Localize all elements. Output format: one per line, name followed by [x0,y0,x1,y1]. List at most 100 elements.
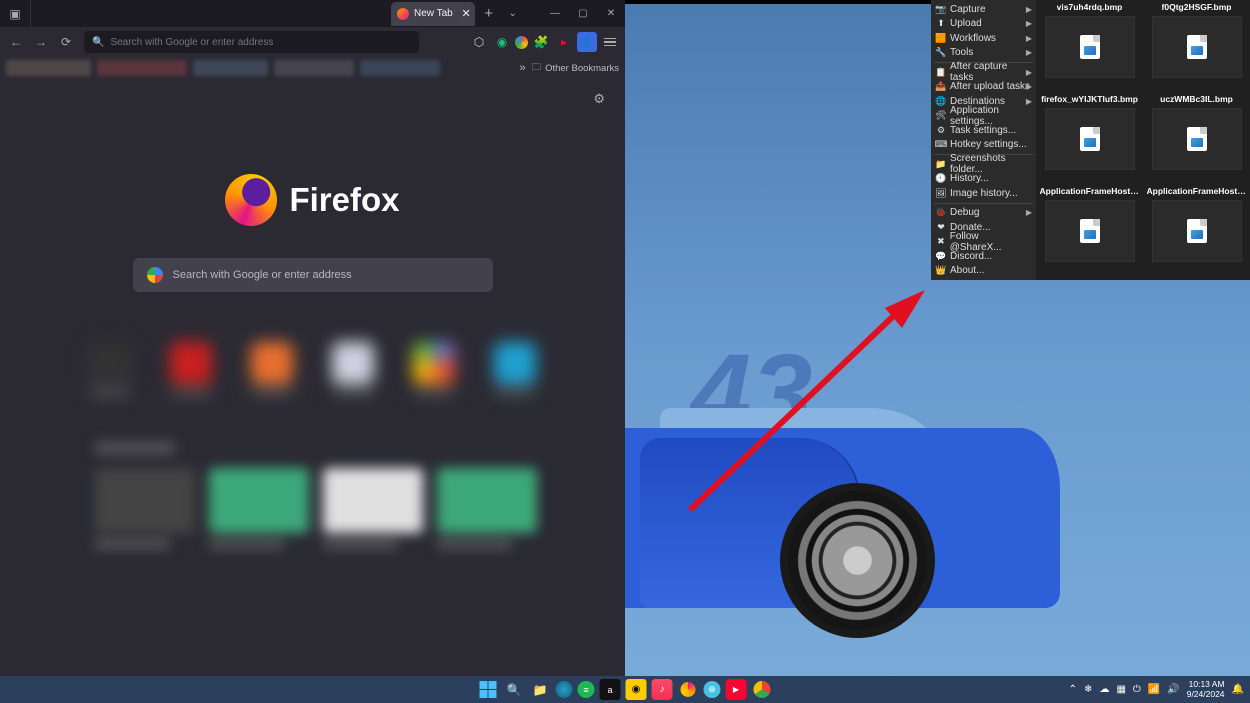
tray-icon[interactable]: ▦ [1116,684,1125,695]
sharex-menu-item[interactable]: 🛠Application settings... [931,109,1036,124]
account-button[interactable]: 👤 [577,32,597,52]
bookmark-item[interactable] [193,60,268,76]
sharex-file-cell[interactable]: f0Qtg2HSGF.bmp [1143,0,1250,90]
url-bar[interactable]: 🔍 [84,31,419,53]
menu-item-icon: ⌨ [936,139,946,150]
sharex-menu-item[interactable]: 🟧Workflows▶ [931,31,1036,46]
menu-item-icon: 🔧 [936,47,946,58]
sharex-menu-item[interactable]: 🕘History... [931,172,1036,187]
volume-icon[interactable]: 🔊 [1167,684,1179,695]
youtube-icon[interactable]: ▸ [554,32,574,52]
app-menu-button[interactable] [600,32,620,52]
firefox-titlebar[interactable]: ▣ New Tab ✕ + ⌄ — ▢ ✕ [0,0,625,27]
app-icon[interactable]: a [600,679,621,700]
firefox-taskbar-icon[interactable] [678,679,699,700]
menu-item-icon: 👑 [936,265,946,276]
sharex-menu-item[interactable]: 💬Discord... [931,249,1036,264]
bookmark-item[interactable] [274,60,354,76]
vpn-icon[interactable]: ⬡ [469,32,489,52]
apple-music-icon[interactable]: ♪ [652,679,673,700]
app-icon[interactable]: ◉ [626,679,647,700]
menu-item-icon: 🛠 [936,110,946,121]
wifi-icon[interactable]: 📶 [1148,684,1160,695]
story-card[interactable] [95,468,195,549]
menu-item-label: History... [950,173,989,184]
onedrive-icon[interactable]: ☁ [1099,684,1109,695]
chrome-taskbar-icon[interactable] [752,679,773,700]
sharex-menu-item[interactable]: 👑 About... [931,264,1036,279]
sharex-file-cell[interactable]: ApplicationFrameHost_Kd... [1143,184,1250,274]
sharex-file-cell[interactable]: uczWMBc3IL.bmp [1143,92,1250,182]
google-icon [147,267,163,283]
bookmarks-overflow-button[interactable]: » [519,62,525,74]
firefox-toolbar: ← → ⟳ 🔍 ⬡ ◉ 🧩 ▸ 👤 [0,27,625,57]
spotify-icon[interactable]: ≡ [578,681,595,698]
settings-gear-button[interactable]: ⚙ [593,91,605,107]
app-icon[interactable]: ⊕ [704,681,721,698]
bmp-file-icon [1187,127,1207,151]
top-site-tile[interactable] [326,342,381,402]
other-bookmarks-button[interactable]: 🗀 Other Bookmarks [532,60,619,76]
sharex-menu-item[interactable]: 🐞Debug▶ [931,206,1036,221]
file-name-label: uczWMBc3IL.bmp [1160,94,1233,104]
file-name-label: f0Qtg2HSGF.bmp [1162,2,1232,12]
tabs-dropdown-button[interactable]: ⌄ [503,4,523,24]
edge-icon[interactable] [556,681,573,698]
maximize-button[interactable]: ▢ [569,0,597,27]
sharex-file-cell[interactable]: ApplicationFrameHost_Gc... [1036,184,1143,274]
top-site-tile[interactable] [245,342,300,402]
new-tab-button[interactable]: + [479,4,499,24]
bookmark-item[interactable] [6,60,91,76]
sharex-menu-item[interactable]: 🖼Image history... [931,186,1036,201]
reload-button[interactable]: ⟳ [55,31,77,53]
bookmark-item[interactable] [360,60,440,76]
submenu-arrow-icon: ▶ [1026,5,1032,14]
forward-button[interactable]: → [30,31,52,53]
bookmark-item[interactable] [97,60,187,76]
sharex-file-cell[interactable]: vis7uh4rdq.bmp [1036,0,1143,90]
story-card[interactable] [323,468,423,549]
chrome-icon[interactable] [515,36,528,49]
top-site-tile[interactable] [164,342,219,402]
sharex-menu-item[interactable]: ⌨Hotkey settings... [931,138,1036,153]
sharex-menu-item[interactable]: 🔧Tools▶ [931,46,1036,61]
minimize-button[interactable]: — [541,0,569,27]
newtab-search-bar[interactable]: Search with Google or enter address [133,258,493,292]
network-icon[interactable]: ⏻ [1133,684,1141,695]
start-button[interactable] [478,679,499,700]
sharex-menu-item[interactable]: ✖Follow @ShareX... [931,235,1036,250]
extensions-button[interactable]: 🧩 [531,32,551,52]
sharex-menu-item[interactable]: ⚙Task settings... [931,123,1036,138]
file-thumbnail [1045,108,1135,170]
youtube-taskbar-icon[interactable]: ▶ [726,679,747,700]
sharex-menu-item[interactable]: 📷Capture▶ [931,2,1036,17]
top-site-tile[interactable] [83,342,138,402]
sharex-menu-item[interactable]: ⬆Upload▶ [931,17,1036,32]
close-window-button[interactable]: ✕ [597,0,625,27]
tray-icon[interactable]: ❄ [1084,684,1092,695]
menu-item-label: After upload tasks [950,81,1030,92]
top-site-tile[interactable] [488,342,543,402]
top-site-tile[interactable] [407,342,462,402]
sharex-menu-item[interactable]: 📤After upload tasks▶ [931,80,1036,95]
bmp-file-icon [1187,35,1207,59]
story-card[interactable] [209,468,309,549]
notifications-button[interactable]: 🔔 [1232,684,1244,695]
tray-overflow-button[interactable]: ⌃ [1069,684,1077,695]
sharex-menu-item[interactable]: 📁Screenshots folder... [931,157,1036,172]
grammarly-icon[interactable]: ◉ [492,32,512,52]
system-clock[interactable]: 10:13 AM 9/24/2024 [1187,680,1225,699]
file-explorer-icon[interactable]: 📁 [530,679,551,700]
menu-item-label: Debug [950,207,979,218]
browser-tab[interactable]: New Tab ✕ [391,2,475,26]
close-icon[interactable]: ✕ [462,7,471,20]
sharex-menu-item[interactable]: 📋After capture tasks▶ [931,65,1036,80]
menu-item-icon: 📁 [936,159,946,170]
sharex-file-cell[interactable]: firefox_wYIJKTluf3.bmp [1036,92,1143,182]
story-card[interactable] [437,468,537,549]
url-input[interactable] [110,37,411,48]
firefox-spaces-button[interactable]: ▣ [0,0,31,27]
menu-item-label: About... [950,265,984,276]
taskbar-search-button[interactable]: 🔍 [504,679,525,700]
back-button[interactable]: ← [5,31,27,53]
